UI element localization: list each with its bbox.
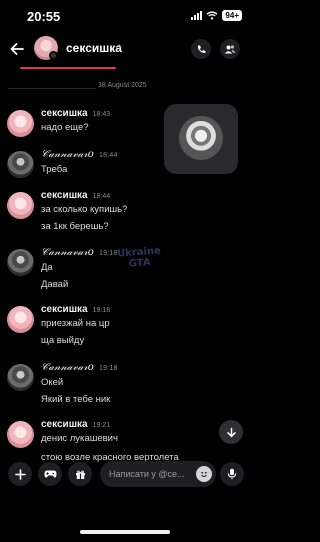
divider [8, 88, 96, 89]
message-time: 19:18 [99, 365, 118, 372]
message-group: 𝒞𝒶𝓃𝓃𝒶𝓋𝒶𝓇𝑜 18:44 Треба [7, 149, 243, 189]
avatar[interactable] [7, 249, 34, 276]
message-group: сексишка 19:18 приезжай на цр ща выйду [7, 304, 243, 354]
gift-button[interactable] [68, 462, 92, 486]
gamepad-icon [44, 470, 56, 478]
status-dot [49, 51, 58, 60]
message-text: за сколько купишь? [41, 204, 128, 215]
wifi-icon [206, 11, 218, 20]
avatar[interactable] [7, 192, 34, 219]
message-text: Треба [41, 164, 68, 175]
message-input-placeholder: Написати у @се... [109, 469, 185, 479]
phone-icon [197, 45, 205, 53]
message-text: Який в тебе ник [41, 394, 111, 405]
watermark-logo: Ukraine GTA [105, 245, 176, 290]
message-time: 18:43 [92, 111, 111, 118]
gift-icon [75, 470, 85, 479]
battery-indicator: 94+ [222, 10, 242, 21]
message-time: 18:44 [92, 193, 111, 200]
home-indicator[interactable] [80, 530, 170, 534]
message-time: 18:44 [99, 152, 118, 159]
message-text: Окей [41, 377, 64, 388]
message-author[interactable]: 𝒞𝒶𝓃𝓃𝒶𝓋𝒶𝓇𝑜 19:18 [41, 362, 118, 373]
add-attachment-button[interactable] [8, 462, 32, 486]
message-group: сексишка 18:44 за сколько купишь? за 1кк … [7, 190, 243, 240]
voice-message-button[interactable] [220, 462, 244, 486]
chevron-right-icon[interactable]: › [118, 41, 122, 53]
date-label: 18 August 2025 [98, 82, 147, 89]
message-author[interactable]: 𝒞𝒶𝓃𝓃𝒶𝓋𝒶𝓇𝑜 18:44 [41, 149, 118, 160]
users-icon [224, 44, 236, 53]
activities-button[interactable] [38, 462, 62, 486]
plus-icon [14, 468, 26, 480]
avatar[interactable] [7, 364, 34, 391]
scroll-to-bottom-button[interactable] [219, 420, 243, 444]
avatar[interactable] [7, 151, 34, 178]
arrow-left-icon[interactable] [8, 40, 26, 58]
message-author[interactable]: сексишка 18:43 [41, 108, 110, 119]
message-text: Да [41, 262, 53, 273]
arrow-down-icon [226, 427, 236, 437]
emoji-button[interactable] [196, 466, 212, 482]
avatar[interactable] [7, 421, 34, 448]
message-time: 19:18 [92, 307, 111, 314]
message-input[interactable]: Написати у @се... [100, 461, 216, 487]
chat-header: сексишка › [0, 30, 250, 69]
message-group: 𝒞𝒶𝓃𝓃𝒶𝓋𝒶𝓇𝑜 19:18 Окей Який в тебе ник [7, 362, 243, 412]
message-group: сексишка 18:43 надо еще? [7, 108, 243, 148]
message-text: за 1кк берешь? [41, 221, 109, 232]
date-separator: 18 August 2025 [0, 82, 160, 94]
chat-title[interactable]: сексишка [66, 41, 122, 55]
status-bar: 20:55 94+ [0, 0, 250, 30]
message-text: денис лукашевич [41, 433, 118, 444]
avatar[interactable] [7, 110, 34, 137]
message-author[interactable]: сексишка 19:18 [41, 304, 110, 315]
microphone-icon [227, 468, 237, 480]
avatar[interactable] [7, 306, 34, 333]
call-button[interactable] [191, 39, 211, 59]
message-author[interactable]: сексишка 19:21 [41, 419, 110, 430]
message-text: приезжай на цр [41, 318, 110, 329]
status-time: 20:55 [27, 9, 61, 24]
message-text: ща выйду [41, 335, 85, 346]
members-button[interactable] [220, 39, 240, 59]
message-input-bar: Написати у @се... [0, 456, 250, 496]
cellular-signal-icon [191, 11, 203, 20]
status-icons: 94+ [191, 10, 242, 21]
message-time: 19:21 [92, 422, 111, 429]
smiley-icon [201, 471, 207, 477]
message-text: надо еще? [41, 122, 89, 133]
header-accent-line [20, 67, 116, 69]
message-text: Давай [41, 279, 69, 290]
message-author[interactable]: сексишка 18:44 [41, 190, 110, 201]
